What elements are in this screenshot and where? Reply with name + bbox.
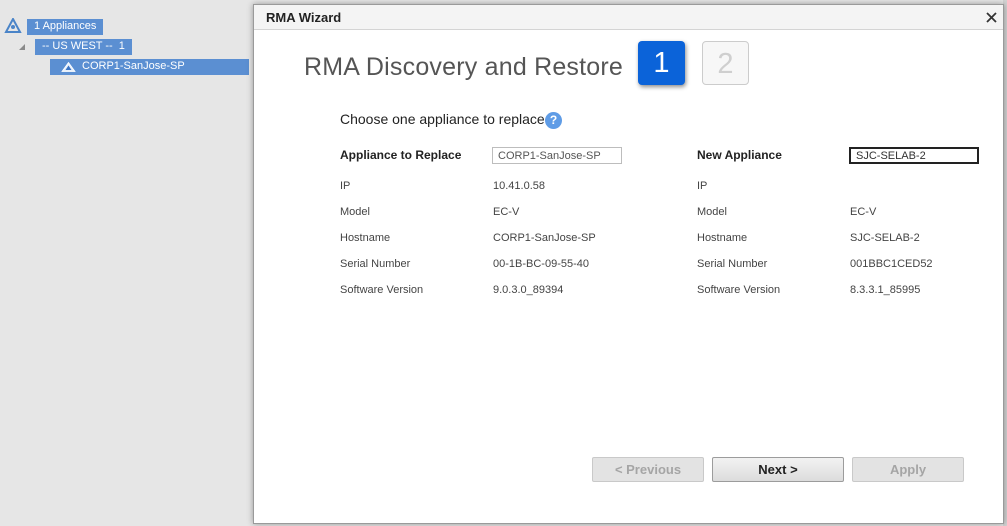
new-appliance-header: New Appliance	[697, 148, 782, 162]
old-software-value: 9.0.3.0_89394	[493, 284, 564, 296]
appliance-triangle-icon	[61, 62, 76, 72]
new-hostname-label: Hostname	[697, 232, 748, 244]
previous-button[interactable]: < Previous	[592, 457, 704, 482]
new-appliance-input[interactable]	[849, 147, 979, 164]
new-software-label: Software Version	[697, 284, 781, 296]
tree-node-appliance[interactable]: CORP1-SanJose-SP	[50, 59, 249, 75]
tree-node-region-label: -- US WEST -- 1	[42, 40, 125, 52]
rma-wizard-dialog: RMA Wizard RMA Discovery and Restore 1 2…	[253, 4, 1004, 524]
tree-node-root[interactable]: 1 Appliances	[27, 19, 104, 35]
new-model-value: EC-V	[850, 206, 877, 218]
old-ip-label: IP	[340, 180, 351, 192]
help-icon[interactable]: ?	[545, 112, 562, 129]
new-software-value: 8.3.3.1_85995	[850, 284, 921, 296]
old-serial-label: Serial Number	[340, 258, 411, 270]
new-model-label: Model	[697, 206, 727, 218]
next-button[interactable]: Next >	[712, 457, 844, 482]
close-icon[interactable]	[986, 12, 997, 23]
tree-node-root-label: 1 Appliances	[34, 20, 97, 32]
old-software-label: Software Version	[340, 284, 424, 296]
new-ip-label: IP	[697, 180, 708, 192]
new-serial-label: Serial Number	[697, 258, 768, 270]
apply-button[interactable]: Apply	[852, 457, 964, 482]
dialog-title: RMA Wizard	[266, 10, 342, 25]
tree-node-region[interactable]: -- US WEST -- 1	[35, 39, 132, 55]
old-hostname-value: CORP1-SanJose-SP	[493, 232, 596, 244]
new-serial-value: 001BBC1CED52	[850, 258, 933, 270]
network-triangle-icon	[4, 18, 22, 33]
appliance-to-replace-input[interactable]	[492, 147, 622, 164]
dialog-titlebar: RMA Wizard	[254, 5, 1003, 30]
old-model-value: EC-V	[493, 206, 520, 218]
old-hostname-label: Hostname	[340, 232, 391, 244]
old-ip-value: 10.41.0.58	[493, 180, 545, 192]
step-indicator-2: 2	[702, 41, 749, 85]
instruction-text: Choose one appliance to replace	[340, 111, 545, 127]
old-serial-value: 00-1B-BC-09-55-40	[493, 258, 589, 270]
step-indicator-1: 1	[638, 41, 685, 85]
tree-node-appliance-label: CORP1-SanJose-SP	[82, 60, 185, 72]
wizard-heading: RMA Discovery and Restore	[304, 53, 624, 81]
appliance-to-replace-header: Appliance to Replace	[340, 148, 462, 162]
new-hostname-value: SJC-SELAB-2	[850, 232, 920, 244]
old-model-label: Model	[340, 206, 370, 218]
collapse-arrow-icon[interactable]	[18, 43, 26, 51]
